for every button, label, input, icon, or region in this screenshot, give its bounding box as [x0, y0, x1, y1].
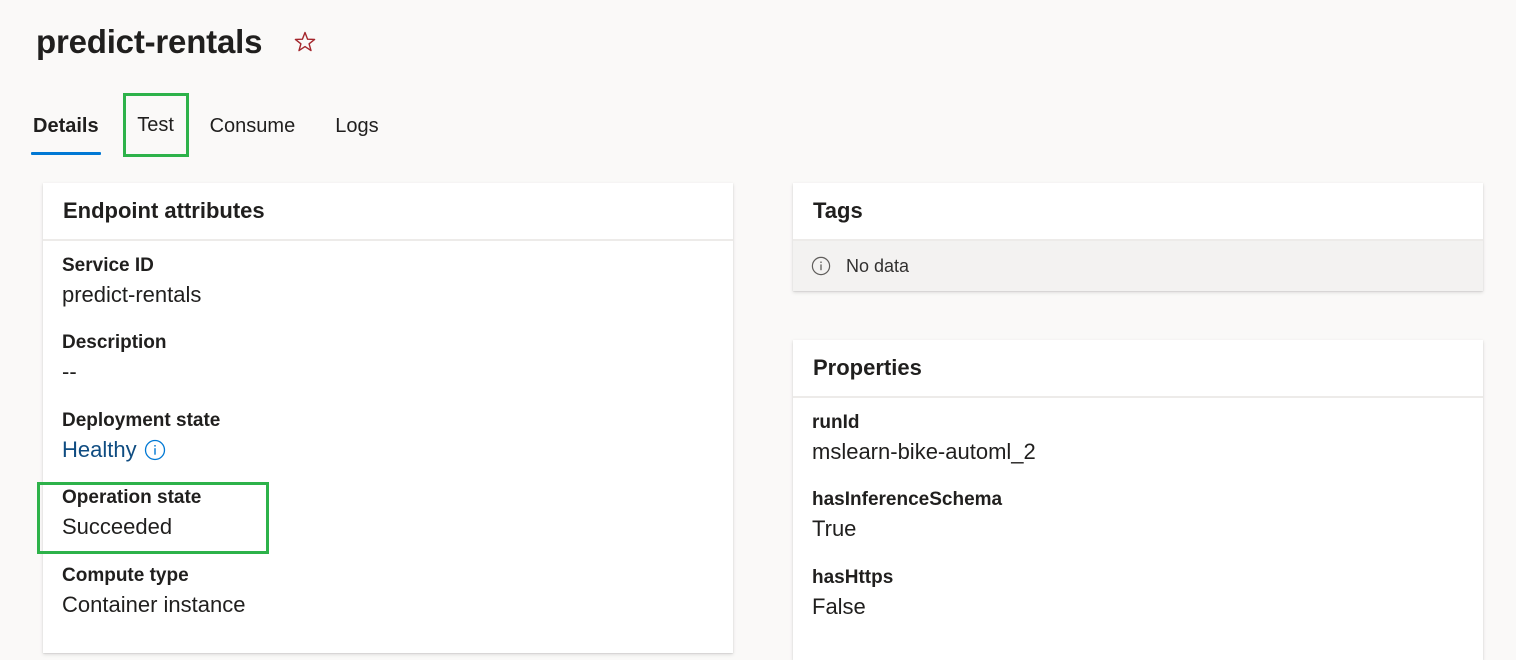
has-https-field: hasHttps False — [812, 565, 893, 623]
compute-type-value: Container instance — [62, 592, 246, 617]
run-id-label: runId — [812, 412, 860, 433]
properties-header: Properties — [793, 340, 1483, 398]
endpoint-attributes-header: Endpoint attributes — [43, 183, 733, 241]
page-title-text: predict-rentals — [36, 23, 263, 60]
compute-type-field: Compute type Container instance — [62, 563, 245, 621]
service-id-field: Service ID predict-rentals — [62, 253, 201, 311]
description-value: -- — [62, 359, 77, 384]
has-https-label: hasHttps — [812, 567, 894, 588]
description-label: Description — [62, 332, 167, 353]
operation-state-highlight-box — [37, 482, 269, 554]
has-https-value: False — [812, 594, 866, 619]
deployment-state-label: Deployment state — [62, 410, 221, 431]
page-title: predict-rentals — [36, 22, 318, 62]
favorite-star-icon[interactable] — [292, 29, 318, 55]
compute-type-label: Compute type — [62, 565, 189, 586]
tab-test[interactable]: Test — [122, 93, 189, 157]
description-field: Description -- — [62, 330, 167, 388]
service-id-value: predict-rentals — [62, 282, 202, 307]
has-inference-schema-label: hasInferenceSchema — [812, 489, 1003, 510]
tags-header: Tags — [793, 183, 1483, 241]
has-inference-schema-value: True — [812, 516, 857, 541]
run-id-field: runId mslearn-bike-automl_2 — [812, 410, 1036, 468]
tags-empty-row: No data — [793, 241, 1483, 291]
deployment-info-icon[interactable] — [144, 439, 166, 461]
deployment-state-value-row: Healthy — [62, 434, 220, 466]
tab-bar: Details Test Consume Logs — [30, 93, 379, 157]
has-inference-schema-field: hasInferenceSchema True — [812, 487, 1002, 545]
run-id-value: mslearn-bike-automl_2 — [812, 439, 1036, 464]
properties-card: Properties runId mslearn-bike-automl_2 h… — [793, 340, 1483, 660]
endpoint-attributes-card: Endpoint attributes Service ID predict-r… — [43, 183, 733, 653]
deployment-state-field: Deployment state Healthy — [62, 408, 220, 466]
tab-logs[interactable]: Logs — [335, 96, 378, 156]
service-id-label: Service ID — [62, 255, 154, 276]
tags-card: Tags No data — [793, 183, 1483, 291]
deployment-state-value[interactable]: Healthy — [62, 434, 137, 466]
tab-consume[interactable]: Consume — [210, 96, 296, 156]
info-icon — [811, 256, 831, 276]
tab-details[interactable]: Details — [30, 96, 102, 156]
tags-empty-text: No data — [846, 255, 910, 276]
